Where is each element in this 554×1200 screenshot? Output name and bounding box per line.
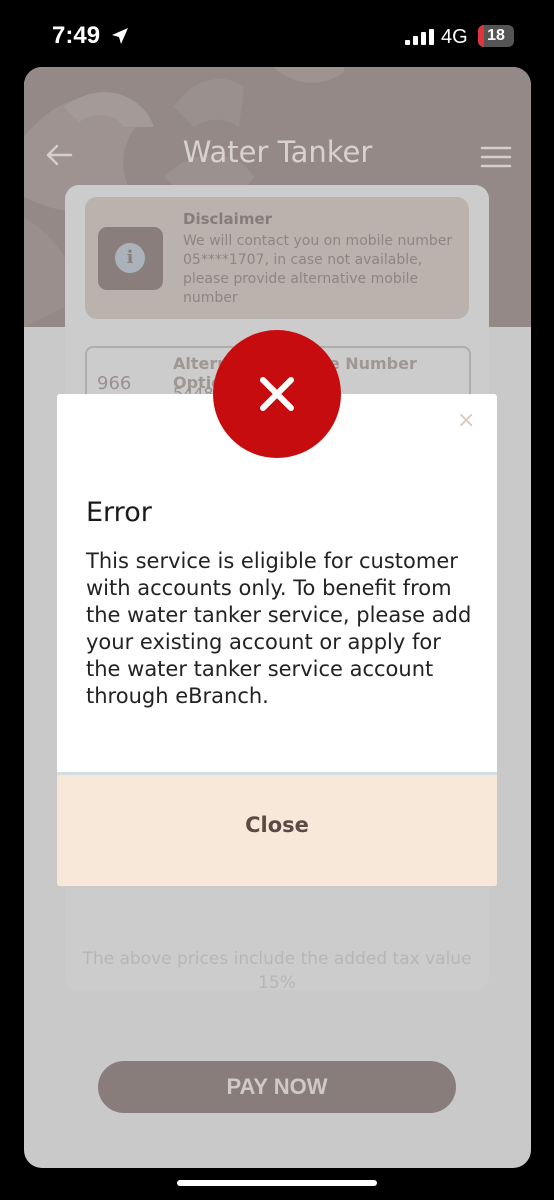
status-bar: 7:49 4G 18 [0, 0, 554, 70]
home-indicator[interactable] [177, 1180, 377, 1186]
location-arrow-icon [112, 28, 128, 44]
status-time: 7:49 [52, 22, 101, 49]
error-x-icon [260, 377, 294, 411]
network-type: 4G [441, 26, 468, 48]
cellular-signal-icon [405, 29, 434, 45]
dialog-message: This service is eligible for customer wi… [86, 549, 472, 708]
dialog-footer: Close [57, 775, 497, 886]
close-button[interactable]: Close [57, 795, 497, 855]
error-dialog: × Error This service is eligible for cus… [57, 394, 497, 886]
battery-level: 18 [487, 27, 505, 44]
close-icon[interactable]: × [457, 408, 475, 433]
error-badge [213, 330, 341, 458]
dialog-title: Error [86, 497, 152, 528]
battery-icon: 18 [478, 25, 514, 47]
